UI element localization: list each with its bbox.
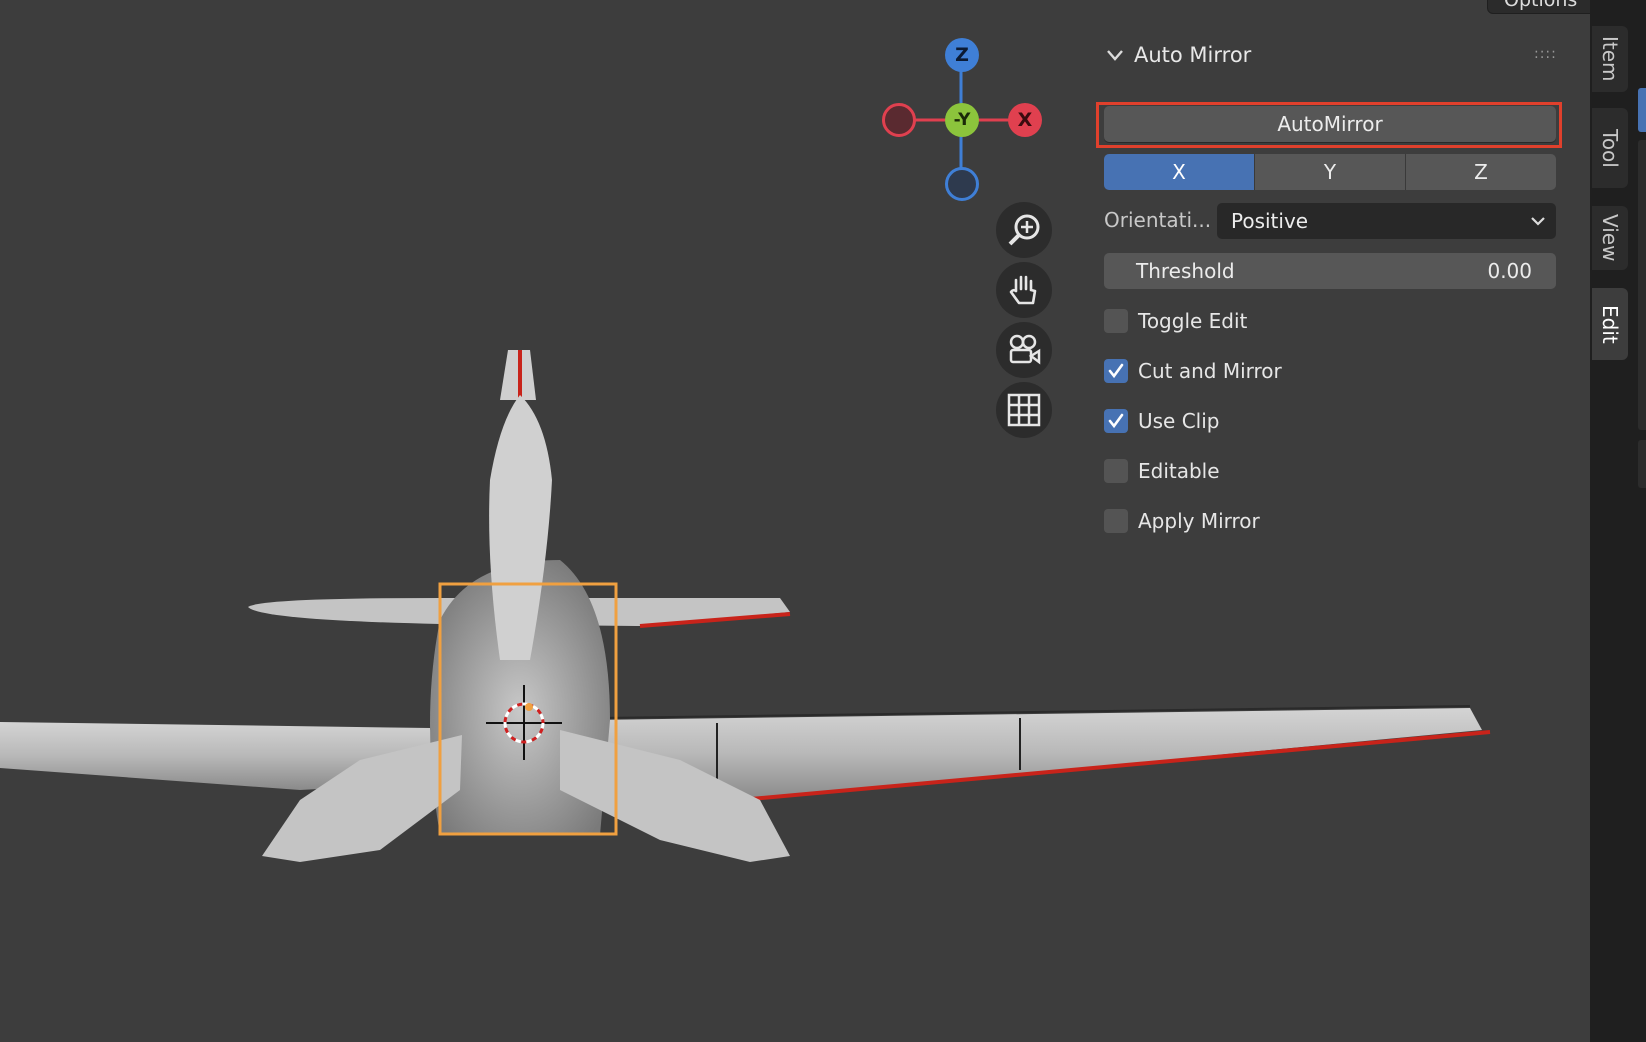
orientation-dropdown[interactable]: Positive	[1217, 203, 1556, 239]
threshold-field[interactable]: Threshold 0.00	[1104, 253, 1556, 289]
checkbox-unchecked[interactable]	[1104, 459, 1128, 483]
checkbox-checked[interactable]	[1104, 359, 1128, 383]
axis-x-label: X	[1172, 160, 1186, 184]
gizmo-neg-x-axis[interactable]	[882, 103, 916, 137]
options-dropdown[interactable]: Options	[1487, 0, 1597, 14]
axis-z-label: Z	[1474, 160, 1488, 184]
apply-mirror-checkbox[interactable]: Apply Mirror	[1104, 506, 1260, 536]
checkbox-label: Cut and Mirror	[1138, 359, 1282, 383]
tab-edit-label: Edit	[1598, 304, 1622, 344]
checkbox-label: Apply Mirror	[1138, 509, 1260, 533]
toggle-edit-checkbox[interactable]: Toggle Edit	[1104, 306, 1247, 336]
grid-ortho-icon	[1007, 393, 1041, 427]
chevron-down-icon	[1107, 50, 1123, 61]
checkbox-label: Editable	[1138, 459, 1220, 483]
hand-pan-icon	[1009, 275, 1037, 305]
cut-and-mirror-checkbox[interactable]: Cut and Mirror	[1104, 356, 1282, 386]
camera-icon	[1009, 334, 1041, 365]
gizmo-x-label: X	[1017, 109, 1033, 131]
pan-button[interactable]	[996, 262, 1052, 318]
tab-view-label: View	[1598, 214, 1622, 262]
axis-y-label: Y	[1323, 160, 1337, 184]
checkmark-icon	[1108, 363, 1124, 379]
automirror-button-label: AutoMirror	[1277, 112, 1383, 136]
checkmark-icon	[1108, 413, 1124, 429]
ortho-toggle-button[interactable]	[996, 382, 1052, 438]
gizmo-neg-z-axis[interactable]	[945, 167, 979, 201]
gizmo-y-label: -Y	[953, 110, 971, 130]
panel-title: Auto Mirror	[1134, 43, 1252, 67]
axis-x-button[interactable]: X	[1104, 154, 1255, 190]
gizmo-neg-y-axis[interactable]: -Y	[945, 103, 979, 137]
options-label: Options	[1504, 0, 1578, 11]
chevron-down-icon	[1531, 217, 1545, 226]
threshold-value: 0.00	[1487, 259, 1532, 283]
checkbox-label: Toggle Edit	[1138, 309, 1248, 333]
checkbox-checked[interactable]	[1104, 409, 1128, 433]
tab-item-label: Item	[1598, 36, 1622, 82]
checkbox-label: Use Clip	[1138, 409, 1220, 433]
checkbox-unchecked[interactable]	[1104, 509, 1128, 533]
region-edge	[1638, 140, 1646, 430]
orientation-value: Positive	[1231, 209, 1309, 233]
tab-view[interactable]: View	[1592, 206, 1628, 270]
gizmo-z-axis[interactable]: Z	[945, 38, 979, 72]
tab-tool-label: Tool	[1598, 128, 1622, 168]
camera-view-button[interactable]	[996, 322, 1052, 378]
gizmo-z-label: Z	[955, 44, 969, 66]
sidebar-tab-strip: Item Tool View Edit	[1590, 0, 1646, 1042]
drag-handle-icon[interactable]: ::::	[1534, 46, 1557, 62]
editable-checkbox[interactable]: Editable	[1104, 456, 1220, 486]
use-clip-checkbox[interactable]: Use Clip	[1104, 406, 1220, 436]
axis-selector: X Y Z	[1104, 154, 1556, 190]
orientation-label: Orientati...	[1104, 208, 1212, 232]
zoom-button[interactable]	[996, 202, 1052, 258]
gizmo-x-axis[interactable]: X	[1008, 103, 1042, 137]
region-edge	[1638, 440, 1646, 488]
checkbox-unchecked[interactable]	[1104, 309, 1128, 333]
region-edge-accent	[1638, 88, 1646, 132]
threshold-label: Threshold	[1136, 259, 1235, 283]
tab-tool[interactable]: Tool	[1592, 108, 1628, 188]
zoom-icon	[1008, 214, 1040, 246]
axis-y-button[interactable]: Y	[1255, 154, 1406, 190]
tab-edit[interactable]: Edit	[1592, 288, 1628, 360]
automirror-button[interactable]: AutoMirror	[1104, 106, 1556, 142]
axis-z-button[interactable]: Z	[1406, 154, 1556, 190]
panel-header[interactable]: Auto Mirror	[1104, 40, 1251, 70]
tab-item[interactable]: Item	[1592, 26, 1628, 92]
